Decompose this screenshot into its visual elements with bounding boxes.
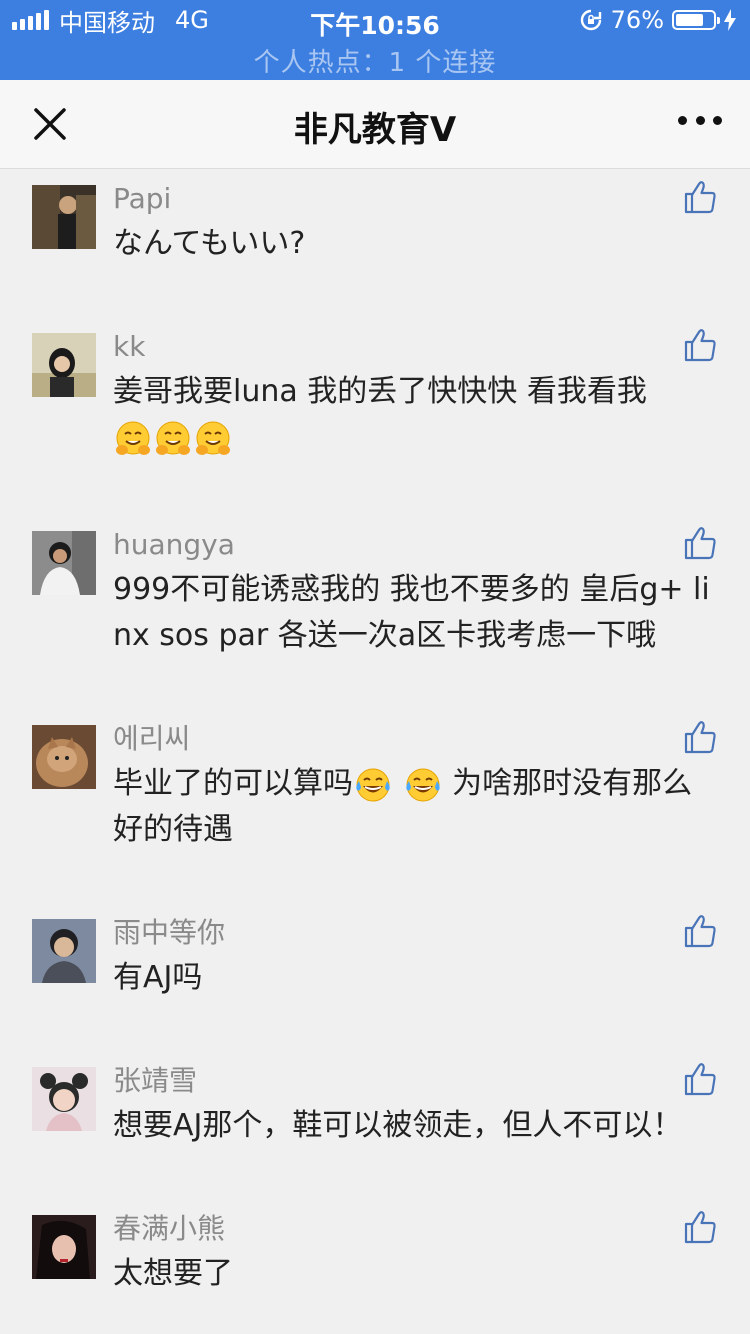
- comment-author[interactable]: 春满小熊: [113, 1213, 750, 1245]
- more-options-icon[interactable]: [678, 114, 722, 126]
- like-icon[interactable]: [682, 1209, 718, 1245]
- comment-item: huangya 999不可能诱惑我的 我也不要多的 皇后g+ linx sos …: [0, 515, 750, 709]
- tears-of-joy-icon: [356, 768, 390, 801]
- like-icon[interactable]: [682, 327, 718, 363]
- avatar[interactable]: [32, 531, 96, 595]
- comment-text: 有AJ吗: [113, 960, 203, 995]
- avatar[interactable]: [32, 333, 96, 397]
- avatar[interactable]: [32, 185, 96, 249]
- like-icon[interactable]: [682, 525, 718, 561]
- comment-author[interactable]: kk: [113, 331, 750, 363]
- comment-list[interactable]: Papi なんてもいい? kk 姜哥我要luna 我的丢了快快快 看我看我 hu…: [0, 169, 750, 1334]
- comment-text-body: 毕业了的可以算吗: [113, 766, 353, 801]
- comment-text: 999不可能诱惑我的 我也不要多的 皇后g+ linx sos par 各送一次…: [113, 572, 710, 653]
- comment-text: 姜哥我要luna 我的丢了快快快 看我看我: [113, 369, 712, 461]
- comment-author[interactable]: 张靖雪: [113, 1065, 750, 1097]
- comment-text: なんてもいい?: [113, 226, 306, 261]
- battery-percent: 76%: [610, 6, 664, 34]
- battery-icon: [672, 10, 720, 30]
- avatar[interactable]: [32, 725, 96, 789]
- like-icon[interactable]: [682, 913, 718, 949]
- like-icon[interactable]: [682, 1061, 718, 1097]
- hugging-face-icon: [156, 421, 190, 455]
- comment-item: kk 姜哥我要luna 我的丢了快快快 看我看我: [0, 317, 750, 515]
- comment-text: 毕业了的可以算吗 为啥那时没有那么好的待遇: [113, 761, 712, 853]
- comment-author[interactable]: Papi: [113, 183, 750, 215]
- avatar[interactable]: [32, 919, 96, 983]
- status-bar: 中国移动 4G 下午10:56 76% 个人热点：1 个连接: [0, 0, 750, 80]
- comment-item: 雨中等你 有AJ吗: [0, 903, 750, 1051]
- nav-bar: 非凡教育V: [0, 80, 750, 169]
- status-bar-right: 76%: [579, 6, 736, 34]
- hotspot-banner[interactable]: 个人热点：1 个连接: [0, 42, 750, 79]
- charging-icon: [724, 9, 736, 31]
- comment-item: 张靖雪 想要AJ那个，鞋可以被领走，但人不可以！: [0, 1051, 750, 1199]
- avatar[interactable]: [32, 1067, 96, 1131]
- rotation-lock-icon: [580, 9, 601, 31]
- comment-text-body: 姜哥我要luna 我的丢了快快快 看我看我: [113, 374, 647, 409]
- comment-author[interactable]: huangya: [113, 529, 750, 561]
- tears-of-joy-icon: [405, 768, 440, 801]
- comment-item: 에리씨 毕业了的可以算吗 为啥那时没有那么好的待遇: [0, 709, 750, 903]
- avatar[interactable]: [32, 1215, 96, 1279]
- comment-text: 想要AJ那个，鞋可以被领走，但人不可以！: [113, 1108, 683, 1143]
- comment-author[interactable]: 雨中等你: [113, 917, 750, 949]
- comment-author[interactable]: 에리씨: [113, 723, 750, 755]
- comment-item: Papi なんてもいい?: [0, 169, 750, 317]
- page-title: 非凡教育V: [293, 110, 457, 150]
- hugging-face-icon: [196, 421, 230, 455]
- like-icon[interactable]: [682, 719, 718, 755]
- comment-item: 春满小熊 太想要了: [0, 1199, 750, 1334]
- hugging-face-icon: [116, 421, 150, 455]
- like-icon[interactable]: [682, 179, 718, 215]
- comment-text: 太想要了: [113, 1256, 233, 1291]
